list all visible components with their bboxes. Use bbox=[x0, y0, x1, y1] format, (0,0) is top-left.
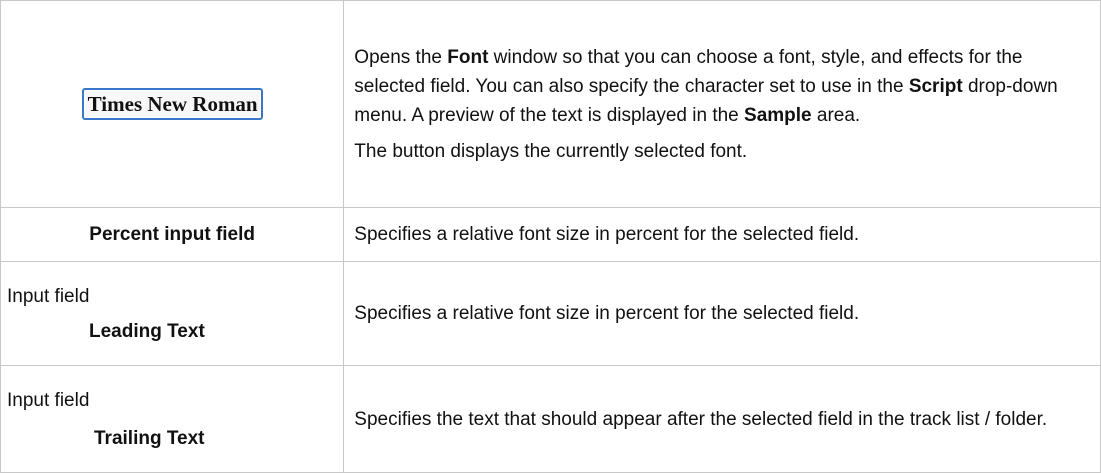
options-table: Times New Roman Opens the Font window so… bbox=[0, 0, 1101, 473]
description-cell: Specifies a relative font size in percen… bbox=[343, 261, 1101, 366]
table-row-trailing-text: Input field Trailing Text Specifies the … bbox=[0, 365, 1101, 473]
control-cell: Input field Trailing Text bbox=[0, 365, 345, 473]
table-row-leading-text: Input field Leading Text Specifies a rel… bbox=[0, 261, 1101, 366]
description-cell: Opens the Font window so that you can ch… bbox=[343, 0, 1101, 208]
description-text: Specifies a relative font size in percen… bbox=[354, 224, 860, 245]
description-cell: Specifies a relative font size in percen… bbox=[343, 207, 1101, 262]
description-text: area. bbox=[811, 104, 861, 126]
percent-input-label: Percent input field bbox=[89, 224, 256, 245]
control-cell: Input field Leading Text bbox=[0, 261, 345, 366]
description-text: Specifies a relative font size in percen… bbox=[354, 303, 860, 324]
trailing-text-label: Trailing Text bbox=[94, 427, 205, 449]
font-window-term: Font bbox=[447, 46, 489, 68]
table-row-font-button: Times New Roman Opens the Font window so… bbox=[0, 0, 1101, 208]
sample-area-term: Sample bbox=[744, 104, 812, 126]
font-select-button[interactable]: Times New Roman bbox=[81, 88, 263, 120]
leading-text-label: Leading Text bbox=[89, 320, 205, 342]
description-note: The button displays the currently select… bbox=[354, 140, 748, 162]
input-field-label: Input field bbox=[7, 285, 90, 307]
control-cell: Times New Roman bbox=[0, 0, 345, 208]
description-cell: Specifies the text that should appear af… bbox=[343, 365, 1101, 473]
description-paragraph: Opens the Font window so that you can ch… bbox=[354, 43, 1090, 130]
control-cell: Percent input field bbox=[0, 207, 345, 262]
table-row-percent: Percent input field Specifies a relative… bbox=[0, 207, 1101, 262]
description-text: Specifies the text that should appear af… bbox=[354, 408, 1048, 430]
description-text: Opens the bbox=[354, 46, 448, 68]
input-field-label: Input field bbox=[7, 389, 90, 411]
script-menu-term: Script bbox=[908, 75, 963, 97]
